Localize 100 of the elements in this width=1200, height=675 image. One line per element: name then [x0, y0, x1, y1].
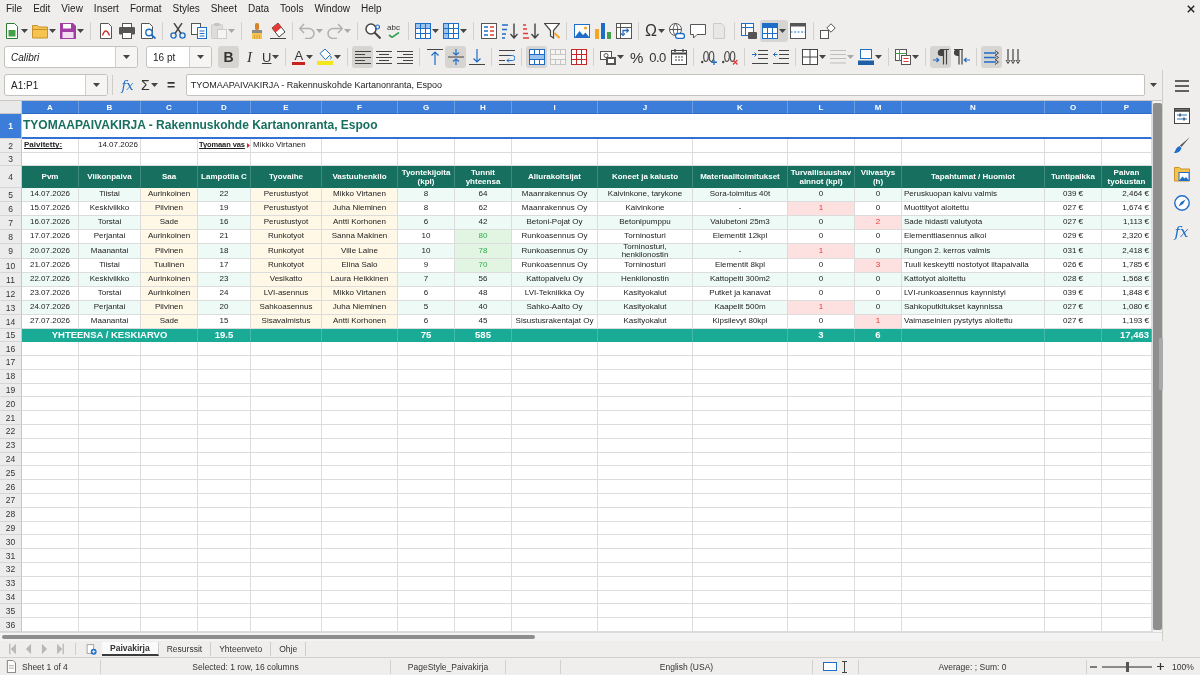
- close-icon[interactable]: [1187, 5, 1195, 13]
- caret-icon[interactable]: [77, 29, 84, 33]
- menu-item[interactable]: Edit: [33, 2, 51, 16]
- row-header[interactable]: 25: [0, 466, 22, 481]
- caret-icon[interactable]: [123, 55, 130, 59]
- caret-icon[interactable]: [617, 55, 625, 59]
- column-header[interactable]: C: [141, 101, 198, 114]
- caret-icon[interactable]: [197, 55, 204, 59]
- column-header[interactable]: L: [788, 101, 855, 114]
- conditional-format-icon[interactable]: [895, 49, 912, 65]
- minus-icon[interactable]: [1090, 665, 1097, 668]
- caret-icon[interactable]: [334, 55, 342, 59]
- number-format-button[interactable]: 0.0: [647, 46, 669, 68]
- border-color-button[interactable]: [856, 46, 885, 68]
- row-header[interactable]: 5: [0, 188, 22, 202]
- column-header[interactable]: I: [512, 101, 598, 114]
- underline-button[interactable]: U: [260, 46, 282, 68]
- column-header[interactable]: P: [1102, 101, 1152, 114]
- font-name-box[interactable]: Calibri: [4, 46, 138, 68]
- horizontal-scrollbar[interactable]: [0, 632, 1162, 641]
- paint-bucket-icon[interactable]: [317, 49, 334, 65]
- caret-icon[interactable]: [272, 55, 280, 59]
- save-button[interactable]: [58, 20, 86, 42]
- column-header[interactable]: F: [322, 101, 398, 114]
- borders-icon[interactable]: [802, 49, 819, 65]
- column-header[interactable]: A: [22, 101, 79, 114]
- sidebar-handle[interactable]: [1159, 338, 1163, 390]
- caret-icon[interactable]: [460, 29, 467, 33]
- plus-icon[interactable]: [1157, 663, 1164, 670]
- sheet-tab[interactable]: Resurssit: [158, 642, 212, 656]
- functions-button[interactable]: fx: [1169, 221, 1194, 243]
- menu-item[interactable]: Tools: [280, 2, 304, 16]
- zoom-slider-thumb[interactable]: [1125, 661, 1129, 672]
- column-header[interactable]: B: [79, 101, 141, 114]
- caret-icon[interactable]: [657, 29, 665, 33]
- bold-button[interactable]: B: [218, 46, 239, 68]
- row-header[interactable]: 31: [0, 549, 22, 563]
- font-size-box[interactable]: 16 pt: [146, 46, 212, 68]
- selection-mode-icon[interactable]: [823, 662, 837, 671]
- menu-item[interactable]: Insert: [93, 2, 119, 16]
- menu-item[interactable]: File: [6, 2, 23, 16]
- row-header[interactable]: 36: [0, 618, 22, 632]
- menu-item[interactable]: Data: [247, 2, 270, 16]
- freeze-rows-columns-button[interactable]: [759, 20, 788, 42]
- row-header[interactable]: 14: [0, 315, 22, 330]
- row-header[interactable]: 4: [0, 166, 22, 188]
- row-header[interactable]: 30: [0, 535, 22, 550]
- menu-item[interactable]: Styles: [172, 2, 200, 16]
- formula-input[interactable]: TYOMAAPAIVAKIRJA - Rakennuskohde Kartanonranta, Espoo: [185, 74, 1145, 96]
- caret-icon[interactable]: [1149, 83, 1157, 87]
- row-header[interactable]: 22: [0, 425, 22, 439]
- row-header[interactable]: 8: [0, 230, 22, 244]
- row-header[interactable]: 9: [0, 244, 22, 260]
- row-header[interactable]: 7: [0, 216, 22, 230]
- column-header[interactable]: J: [598, 101, 693, 114]
- row-header[interactable]: 17: [0, 356, 22, 370]
- menu-item[interactable]: View: [61, 2, 83, 16]
- font-color-button[interactable]: A: [290, 46, 316, 68]
- row-header[interactable]: 27: [0, 494, 22, 508]
- column-header[interactable]: N: [902, 101, 1045, 114]
- menu-item[interactable]: Help: [361, 2, 382, 16]
- columns-button[interactable]: [441, 20, 469, 42]
- table-grid-icon[interactable]: [415, 23, 431, 39]
- column-header[interactable]: G: [398, 101, 455, 114]
- border-color-icon[interactable]: [858, 49, 875, 65]
- row-header[interactable]: 3: [0, 153, 22, 166]
- column-header[interactable]: D: [198, 101, 251, 114]
- conditional-format-button[interactable]: [893, 46, 922, 68]
- percent-format-button[interactable]: %: [626, 46, 648, 68]
- formula-button[interactable]: =: [160, 74, 182, 96]
- row-header[interactable]: 20: [0, 397, 22, 412]
- column-header[interactable]: K: [693, 101, 788, 114]
- row-header[interactable]: 26: [0, 480, 22, 495]
- caret-icon[interactable]: [150, 83, 158, 87]
- sheet-tab[interactable]: Ohje: [271, 642, 307, 656]
- text-cursor-icon[interactable]: [841, 660, 848, 673]
- table-grid-icon[interactable]: [761, 23, 778, 39]
- column-header[interactable]: H: [455, 101, 512, 114]
- sheet-tab[interactable]: Paivakirja: [102, 642, 159, 656]
- column-header[interactable]: E: [251, 101, 322, 114]
- column-header[interactable]: O: [1045, 101, 1102, 114]
- row-header[interactable]: 11: [0, 273, 22, 288]
- caret-icon[interactable]: [93, 83, 100, 87]
- menu-item[interactable]: Window: [314, 2, 350, 16]
- banknote-icon[interactable]: [600, 49, 617, 65]
- table-grid-icon[interactable]: [443, 23, 459, 39]
- caret-icon[interactable]: [49, 29, 56, 33]
- name-box[interactable]: A1:P1: [4, 74, 108, 96]
- function-wizard-button[interactable]: fx: [117, 74, 138, 96]
- column-header[interactable]: M: [855, 101, 902, 114]
- sheet-tab[interactable]: Yhteenveto: [211, 642, 272, 656]
- caret-icon[interactable]: [778, 29, 786, 33]
- document-icon[interactable]: [4, 23, 20, 39]
- row-header[interactable]: 6: [0, 202, 22, 216]
- caret-icon[interactable]: [21, 29, 28, 33]
- caret-icon[interactable]: [432, 29, 439, 33]
- caret-icon[interactable]: [306, 55, 314, 59]
- special-character-button[interactable]: Ω: [643, 20, 667, 42]
- row-header[interactable]: 10: [0, 259, 22, 274]
- row-header[interactable]: 13: [0, 301, 22, 316]
